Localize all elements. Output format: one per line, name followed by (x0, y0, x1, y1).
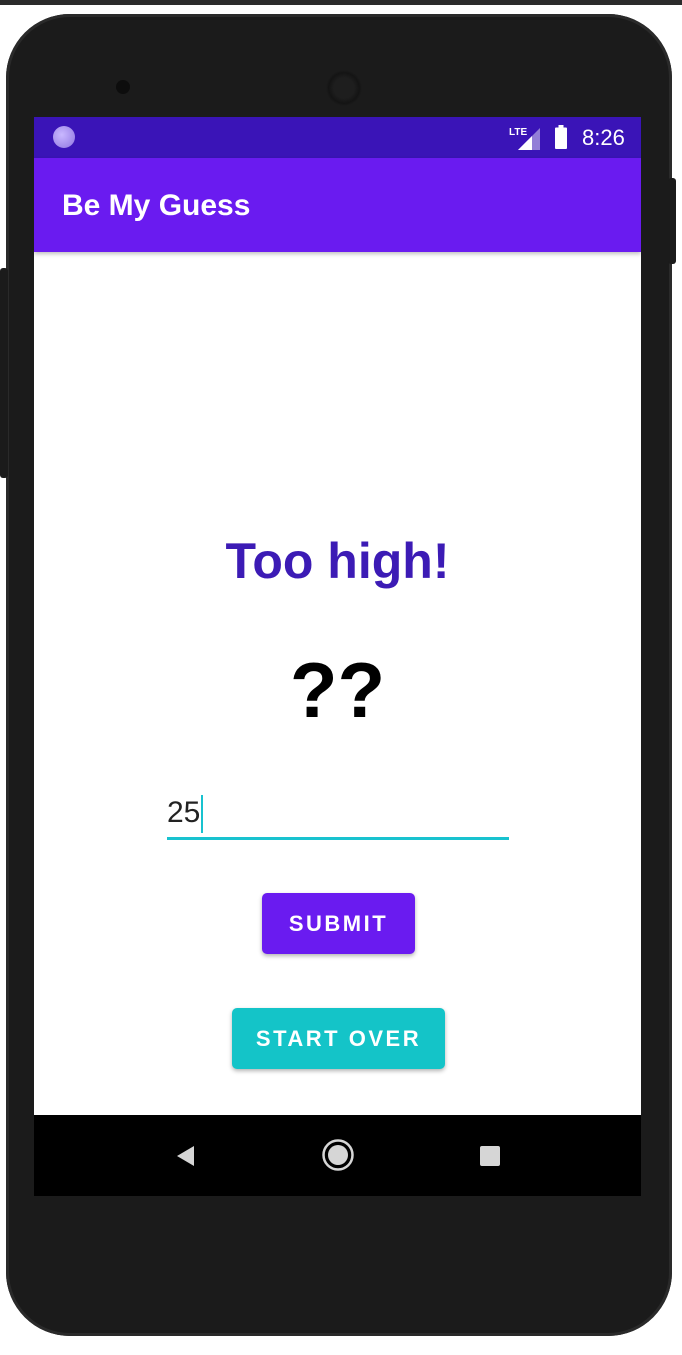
power-button[interactable] (668, 178, 676, 264)
text-cursor (201, 795, 203, 833)
device-screen: LTE 8:26 Be My Guess Too high! ?? SUBMIT… (34, 117, 641, 1196)
front-camera (116, 80, 130, 94)
back-icon[interactable] (174, 1144, 198, 1168)
start-over-button[interactable]: START OVER (232, 1008, 445, 1069)
home-icon[interactable] (321, 1138, 355, 1172)
recents-icon[interactable] (480, 1146, 500, 1166)
network-type-label: LTE (509, 127, 527, 138)
battery-icon (555, 125, 567, 149)
app-bar: Be My Guess (34, 158, 641, 252)
secret-number-display: ?? (289, 646, 386, 734)
status-time: 8:26 (582, 125, 625, 150)
notification-dot-icon (53, 126, 75, 148)
lte-signal-icon: LTE (509, 127, 540, 150)
navigation-bar (34, 1115, 641, 1196)
earpiece-speaker (326, 70, 362, 106)
status-bar: LTE 8:26 (34, 117, 641, 158)
submit-button[interactable]: SUBMIT (262, 893, 415, 954)
guess-field[interactable] (167, 789, 509, 840)
app-title: Be My Guess (62, 189, 251, 222)
feedback-text: Too high! (225, 533, 450, 589)
window-top-border (0, 0, 682, 5)
guess-input[interactable] (167, 789, 509, 837)
volume-button[interactable] (0, 268, 8, 478)
